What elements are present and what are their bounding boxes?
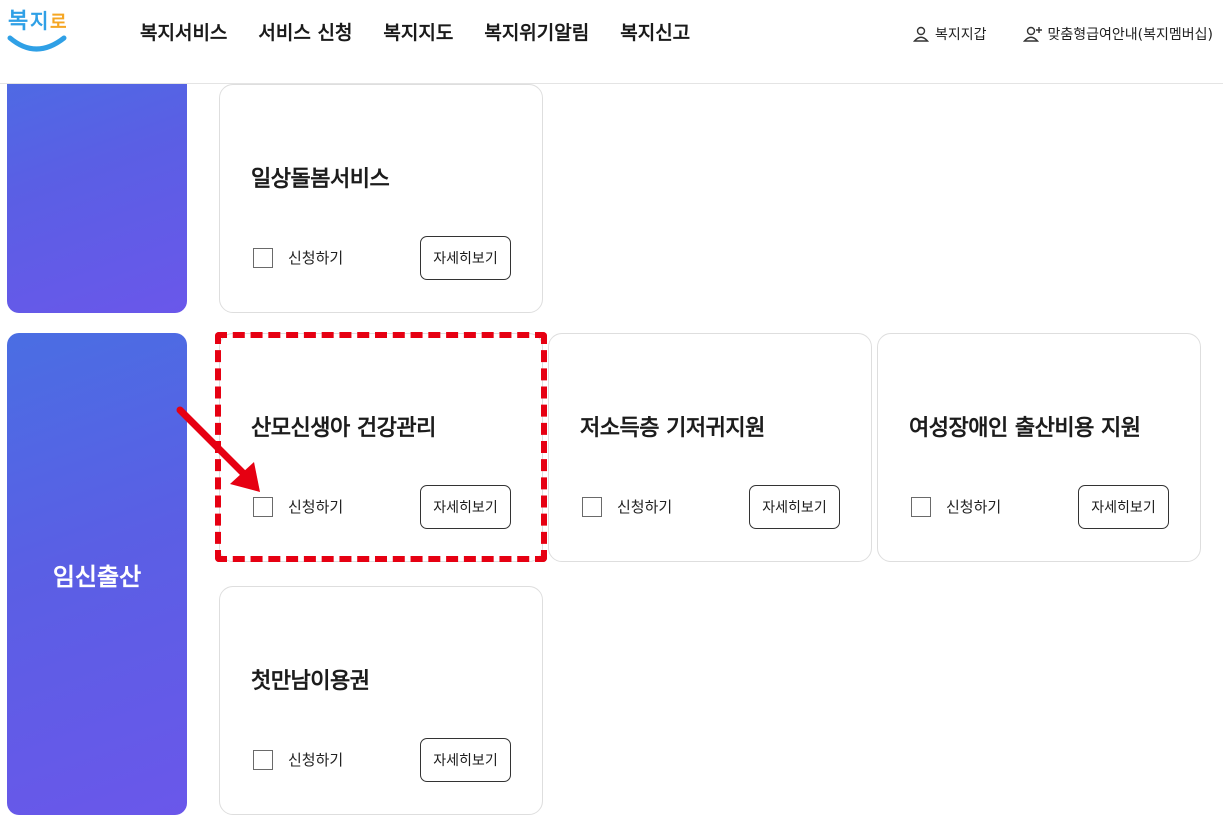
apply-checkbox[interactable]: 신청하기 (253, 247, 343, 268)
card-title: 여성장애인 출산비용 지원 (909, 416, 1141, 441)
user-plus-icon (1022, 26, 1042, 42)
logo[interactable]: 복 지 로 (6, 4, 68, 54)
apply-label: 신청하기 (946, 498, 1002, 516)
checkbox[interactable] (253, 496, 273, 517)
nav-service-apply[interactable]: 서비스 신청 (258, 18, 352, 45)
card-title: 첫만남이용권 (251, 669, 370, 694)
site-header: 복 지 로 복지서비스 서비스 신청 복지지도 복지위기알림 복지신고 복지지갑 (0, 0, 1223, 84)
apply-checkbox[interactable]: 신청하기 (253, 496, 343, 517)
card-title: 일상돌봄서비스 (251, 167, 390, 192)
apply-checkbox[interactable]: 신청하기 (582, 496, 672, 517)
detail-button[interactable]: 자세히보기 (1078, 485, 1169, 529)
detail-button[interactable]: 자세히보기 (420, 738, 511, 782)
nav-welfare-map[interactable]: 복지지도 (383, 18, 453, 45)
service-card-disabled-women-childbirth: 여성장애인 출산비용 지원 신청하기 자세히보기 (877, 333, 1201, 562)
membership-label: 맞춤형급여안내(복지멤버십) (1047, 27, 1213, 43)
apply-label: 신청하기 (617, 498, 673, 516)
apply-checkbox[interactable]: 신청하기 (253, 749, 343, 770)
apply-checkbox[interactable]: 신청하기 (911, 496, 1001, 517)
main-nav: 복지서비스 서비스 신청 복지지도 복지위기알림 복지신고 (140, 18, 690, 45)
detail-button[interactable]: 자세히보기 (420, 236, 511, 280)
card-title: 저소득층 기저귀지원 (580, 416, 765, 441)
apply-label: 신청하기 (288, 751, 344, 769)
nav-welfare-report[interactable]: 복지신고 (620, 18, 690, 45)
apply-label: 신청하기 (288, 249, 344, 267)
detail-button[interactable]: 자세히보기 (420, 485, 511, 529)
card-title: 산모신생아 건강관리 (251, 416, 436, 441)
checkbox[interactable] (253, 247, 273, 268)
service-card-daily-care: 일상돌봄서비스 신청하기 자세히보기 (219, 84, 543, 313)
detail-button[interactable]: 자세히보기 (749, 485, 840, 529)
service-card-maternal-newborn-care: 산모신생아 건강관리 신청하기 자세히보기 (219, 333, 543, 562)
utility-links: 복지지갑 맞춤형급여안내(복지멤버십) (912, 24, 1213, 44)
category-panel-pregnancy: 임신출산 (7, 333, 187, 815)
wallet-link[interactable]: 복지지갑 (912, 24, 987, 44)
nav-crisis-alert[interactable]: 복지위기알림 (484, 18, 589, 45)
service-card-diaper-support: 저소득층 기저귀지원 신청하기 자세히보기 (548, 333, 872, 562)
category-label: 임신출산 (52, 562, 142, 591)
apply-label: 신청하기 (288, 498, 344, 516)
checkbox[interactable] (253, 749, 273, 770)
svg-text:복: 복 (8, 9, 28, 34)
user-icon (912, 26, 930, 42)
svg-text:지: 지 (30, 9, 48, 33)
checkbox[interactable] (911, 496, 931, 517)
svg-text:로: 로 (50, 12, 67, 33)
nav-welfare-services[interactable]: 복지서비스 (140, 18, 227, 45)
wallet-label: 복지지갑 (934, 27, 987, 43)
page: 복 지 로 복지서비스 서비스 신청 복지지도 복지위기알림 복지신고 복지지갑 (0, 0, 1223, 821)
logo-mark: 복 지 로 (7, 9, 67, 52)
checkbox[interactable] (582, 496, 602, 517)
membership-link[interactable]: 맞춤형급여안내(복지멤버십) (1022, 24, 1213, 44)
service-card-first-meeting-voucher: 첫만남이용권 신청하기 자세히보기 (219, 586, 543, 815)
